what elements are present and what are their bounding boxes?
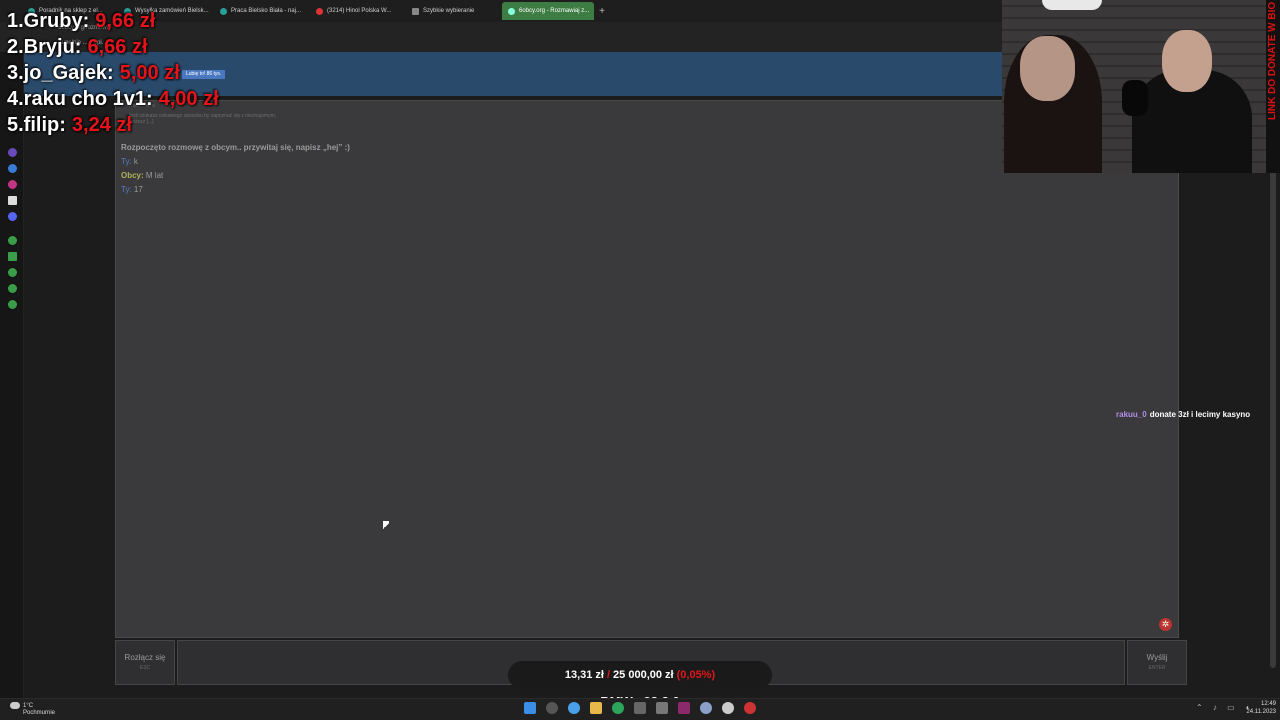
chat-alert-user: rakuu_0 — [1116, 410, 1147, 419]
donor-amount: 6,66 zł — [87, 36, 148, 58]
disconnect-shortcut: ESC — [139, 665, 151, 671]
cloud-icon — [10, 702, 20, 709]
donation-leaderboard: 1.Gruby: 9,66 zł 2.Bryju: 6,66 zł 3.jo_Gaj… — [7, 8, 219, 138]
tab-hinol[interactable]: (3214) Hinol Polska W... — [310, 2, 404, 20]
system-message: Rozpoczęto rozmowę z obcym.. przywitaj s… — [121, 143, 350, 152]
donor-name: 3.jo_Gajek: — [7, 62, 114, 84]
tab-label: 6obcy.org - Rozmawiaj z... — [519, 8, 590, 14]
settings-icon[interactable] — [700, 702, 712, 714]
store-icon[interactable] — [634, 702, 646, 714]
message-text: 17 — [133, 185, 143, 194]
play-icon[interactable] — [8, 236, 17, 245]
chat-message: Obcy: M lat — [121, 171, 164, 180]
tab-label: (3214) Hinol Polska W... — [327, 8, 392, 14]
obs-icon[interactable] — [722, 702, 734, 714]
start-icon[interactable] — [524, 702, 536, 714]
streamer-left-face — [1020, 36, 1075, 101]
weather-widget[interactable]: 1°C Pochmurnie — [10, 702, 55, 717]
donor-amount: 3,24 zł — [71, 114, 132, 136]
send-label: Wyślij — [1146, 653, 1168, 662]
leaderboard-row: 2.Bryju: 6,66 zł — [7, 34, 219, 60]
message-speaker: Obcy — [121, 171, 142, 180]
clock-date: 24.11.2023 — [1246, 709, 1276, 715]
donor-amount: 4,00 zł — [158, 88, 219, 110]
donor-name: 4.raku cho 1v1: — [7, 88, 153, 110]
mouse-cursor-icon — [383, 521, 389, 531]
clock-time: 12:49 — [1260, 701, 1276, 707]
webcam-feed — [1002, 0, 1266, 173]
gear-icon[interactable]: ✲ — [1159, 618, 1172, 631]
leaderboard-row: 4.raku cho 1v1: 4,00 zł — [7, 86, 219, 112]
chat-message: Ty: k — [121, 157, 138, 166]
new-tab-button[interactable]: + — [596, 6, 608, 17]
send-shortcut: ENTER — [1148, 665, 1166, 671]
donor-name: 1.Gruby: — [7, 10, 90, 32]
folder-icon[interactable] — [8, 252, 17, 261]
tab-speed-dial[interactable]: Szybkie wybieranie — [406, 2, 500, 20]
chat-icon[interactable] — [8, 284, 17, 293]
search-icon[interactable] — [546, 702, 558, 714]
disconnect-button[interactable]: Rozłącz się ESC — [115, 640, 175, 685]
donation-goal-bar: 13,31 zł/25 000,00 zł (0,05%) — [508, 661, 772, 689]
file-explorer-icon[interactable] — [590, 702, 602, 714]
leaderboard-row: 5.filip: 3,24 zł — [7, 112, 219, 138]
app-icon[interactable] — [656, 702, 668, 714]
tab-label: Praca Bielsko Biała - naj... — [231, 8, 302, 14]
chat-messages: Rozpoczęto rozmowę z obcym.. przywitaj s… — [121, 141, 350, 197]
x-icon[interactable] — [8, 196, 17, 205]
opera-gx-icon[interactable] — [744, 702, 756, 714]
tab-favicon-icon — [508, 7, 515, 15]
tab-praca[interactable]: Praca Bielsko Biała - naj... — [214, 2, 308, 20]
youtube-favicon-icon — [316, 7, 323, 15]
copilot-icon[interactable] — [568, 702, 580, 714]
donor-amount: 9,66 zł — [95, 10, 156, 32]
chat-alert-text: donate 3zł i lecimy kasyno — [1149, 410, 1251, 419]
twitch-icon[interactable] — [8, 148, 17, 157]
goal-current: 13,31 zł — [564, 669, 604, 681]
streamer-right-face — [1162, 30, 1212, 92]
browser-icon[interactable] — [612, 702, 624, 714]
page-scrollbar[interactable] — [1270, 100, 1276, 668]
weather-temp: 1°C — [23, 703, 34, 710]
messenger-icon[interactable] — [8, 164, 17, 173]
stream-chat-alert: rakuu_0 donate 3zł i lecimy kasyno — [1116, 410, 1250, 419]
browser-sidebar — [0, 52, 24, 700]
clock-icon[interactable] — [8, 268, 17, 277]
microphone — [1122, 80, 1148, 116]
ceiling-light — [1042, 0, 1102, 10]
instagram-icon[interactable] — [8, 180, 17, 189]
donor-amount: 5,00 zł — [119, 62, 180, 84]
tab-favicon-icon — [220, 7, 227, 15]
donate-link-banner: LINK DO DONATE W BIO — [1267, 2, 1278, 121]
weather-desc: Pochmurnie — [23, 710, 56, 717]
settings-icon[interactable] — [8, 300, 17, 309]
clock[interactable]: 12:49 24.11.2023 — [1236, 700, 1276, 716]
donor-name: 5.filip: — [7, 114, 66, 136]
app-icon[interactable] — [678, 702, 690, 714]
disconnect-label: Rozłącz się — [124, 653, 166, 662]
grid-icon — [412, 7, 419, 15]
leaderboard-row: 1.Gruby: 9,66 zł — [7, 8, 219, 34]
message-text: M lat — [145, 171, 164, 180]
screen: Poradnik na sklep z el... Wysyłka zamówi… — [0, 0, 1280, 720]
goal-separator: / — [606, 669, 611, 681]
goal-target: 25 000,00 zł — [613, 669, 674, 681]
tab-6obcy[interactable]: 6obcy.org - Rozmawiaj z... — [502, 2, 594, 20]
message-text: k — [133, 157, 138, 166]
discord-icon[interactable] — [8, 212, 17, 221]
send-button[interactable]: Wyślij ENTER — [1127, 640, 1187, 685]
chat-message: Ty: 17 — [121, 185, 143, 194]
leaderboard-row: 3.jo_Gajek: 5,00 zł — [7, 60, 219, 86]
tab-label: Szybkie wybieranie — [423, 8, 475, 14]
goal-percent: (0,05%) — [676, 669, 716, 681]
donor-name: 2.Bryju: — [7, 36, 82, 58]
